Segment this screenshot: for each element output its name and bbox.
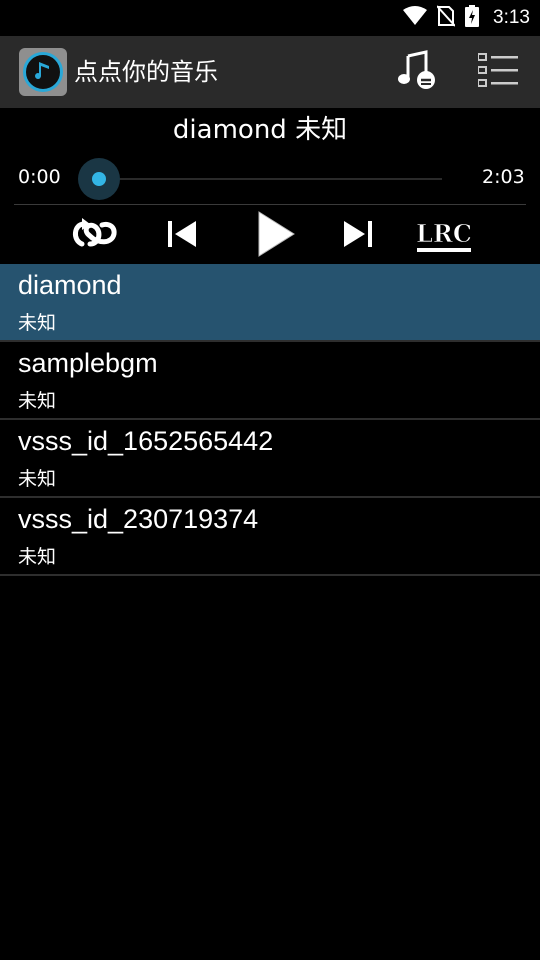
now-playing-title: diamond 未知 <box>172 115 348 145</box>
music-library-button[interactable] <box>392 48 440 96</box>
music-note-minus-icon <box>396 50 436 94</box>
track-name: samplebgm <box>18 348 158 378</box>
track-artist: 未知 <box>18 390 57 412</box>
play-button[interactable] <box>250 208 302 264</box>
previous-button[interactable] <box>160 208 204 264</box>
music-note-disc-icon <box>23 52 63 92</box>
skip-next-icon <box>342 218 374 254</box>
playlist-item[interactable]: vsss_id_230719374 未知 <box>0 498 540 576</box>
playback-controls: LRC <box>0 208 540 264</box>
list-menu-icon <box>477 53 518 91</box>
status-time: 3:13 <box>493 7 530 28</box>
wifi-icon <box>403 6 428 30</box>
total-time: 2:03 <box>482 166 525 188</box>
track-artist: 未知 <box>18 546 57 568</box>
playlist-item[interactable]: samplebgm 未知 <box>0 342 540 420</box>
play-icon <box>256 210 296 262</box>
app-bar: 点点你的音乐 <box>0 36 540 108</box>
lrc-label: LRC <box>416 219 472 248</box>
seek-bar[interactable] <box>98 178 442 180</box>
app-title: 点点你的音乐 <box>74 58 218 86</box>
lyrics-button[interactable]: LRC <box>414 208 474 264</box>
playlist-item[interactable]: vsss_id_1652565442 未知 <box>0 420 540 498</box>
status-bar: 3:13 <box>0 0 540 36</box>
no-sim-icon <box>436 5 456 31</box>
playlist: diamond 未知 samplebgm 未知 vsss_id_16525654… <box>0 264 540 576</box>
skip-previous-icon <box>166 218 198 254</box>
next-button[interactable] <box>336 208 380 264</box>
divider <box>14 204 526 205</box>
track-name: vsss_id_230719374 <box>18 504 259 534</box>
playlist-item[interactable]: diamond 未知 <box>0 264 540 342</box>
seek-thumb[interactable] <box>78 158 120 200</box>
track-name: diamond <box>18 270 122 300</box>
battery-charging-icon <box>465 5 480 31</box>
track-name: vsss_id_1652565442 <box>18 426 274 456</box>
track-artist: 未知 <box>18 312 57 334</box>
repeat-icon <box>68 214 120 258</box>
app-logo <box>19 48 67 96</box>
repeat-button[interactable] <box>66 208 122 264</box>
current-time: 0:00 <box>18 166 61 188</box>
status-icons: 3:13 <box>403 0 530 36</box>
track-artist: 未知 <box>18 468 57 490</box>
menu-button[interactable] <box>472 48 524 96</box>
